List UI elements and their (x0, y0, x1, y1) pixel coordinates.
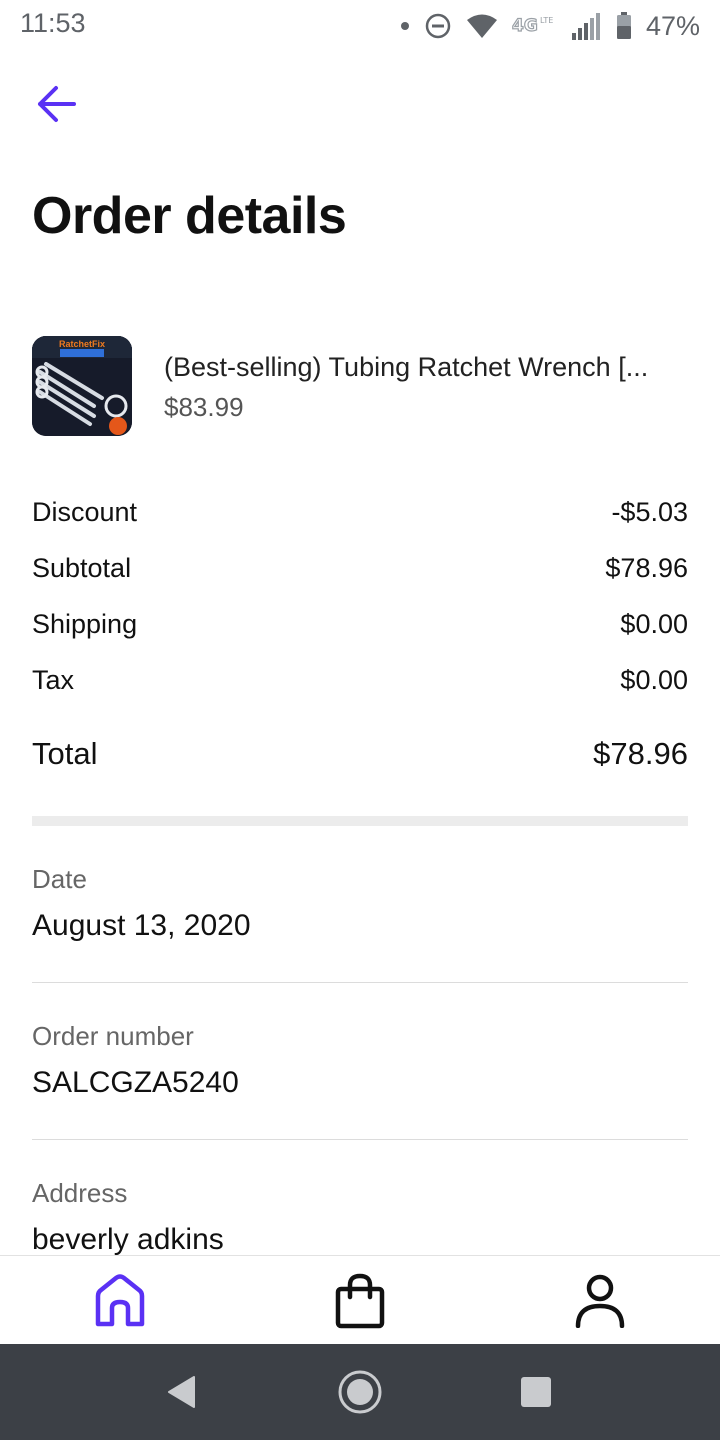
divider (32, 982, 688, 983)
summary-label: Subtotal (32, 552, 132, 583)
home-icon (95, 1273, 145, 1326)
address-value: beverly adkins (32, 1223, 224, 1256)
status-time: 11:53 (20, 8, 86, 38)
summary-value: $0.00 (620, 608, 688, 639)
summary-row-discount: Discount -$5.03 (32, 484, 688, 540)
signal-icon (570, 11, 602, 41)
status-icons: 4G LTE 47% (400, 6, 700, 46)
battery-percent: 47% (645, 10, 700, 41)
recents-square-icon (521, 1377, 551, 1407)
summary-value: $0.00 (620, 664, 688, 695)
wifi-icon (466, 13, 498, 39)
product-item[interactable]: RatchetFix (Best-selling) Tubing Ratchet… (32, 336, 688, 436)
system-back-button[interactable] (158, 1368, 206, 1416)
dot-icon (400, 21, 410, 31)
total-label: Total (32, 736, 98, 771)
section-divider (32, 816, 688, 826)
summary-row-total: Total $78.96 (32, 726, 688, 782)
date-value: August 13, 2020 (32, 909, 251, 942)
system-home-button[interactable] (336, 1368, 384, 1416)
tab-account[interactable] (540, 1256, 660, 1345)
product-image: RatchetFix (32, 336, 132, 436)
summary-label: Discount (32, 496, 138, 527)
product-price: $83.99 (164, 392, 244, 422)
do-not-disturb-icon (424, 12, 452, 40)
summary-row-shipping: Shipping $0.00 (32, 596, 688, 652)
system-navigation-bar (0, 1344, 720, 1440)
tab-home[interactable] (60, 1256, 180, 1345)
system-recents-button[interactable] (512, 1368, 560, 1416)
back-triangle-icon (168, 1376, 195, 1408)
summary-label: Shipping (32, 608, 138, 639)
address-section: Address beverly adkins (32, 1178, 688, 1257)
divider (32, 1139, 688, 1140)
product-image-brand: RatchetFix (59, 339, 105, 349)
total-value: $78.96 (593, 736, 688, 771)
summary-row-tax: Tax $0.00 (32, 652, 688, 708)
date-label: Date (32, 864, 87, 894)
back-arrow-icon (38, 86, 76, 122)
summary-label: Tax (32, 664, 75, 695)
home-circle-icon (338, 1370, 382, 1414)
bottom-tab-bar (0, 1255, 720, 1344)
summary-row-subtotal: Subtotal $78.96 (32, 540, 688, 596)
page-title: Order details (32, 187, 347, 245)
battery-icon (616, 12, 632, 40)
date-section: Date August 13, 2020 (32, 864, 688, 943)
summary-value: -$5.03 (611, 496, 688, 527)
status-bar: 11:53 4G LTE 47% (0, 0, 720, 52)
back-button[interactable] (30, 80, 82, 128)
tab-orders[interactable] (300, 1256, 420, 1345)
order-summary: Discount -$5.03 Subtotal $78.96 Shipping… (32, 484, 688, 782)
summary-value: $78.96 (605, 552, 688, 583)
shopping-bag-icon (335, 1273, 385, 1328)
order-number-section: Order number SALCGZA5240 (32, 1021, 688, 1100)
svg-text:LTE: LTE (540, 16, 553, 25)
profile-icon (575, 1274, 625, 1328)
lte-icon: 4G LTE (512, 13, 556, 39)
order-number-value: SALCGZA5240 (32, 1066, 239, 1099)
product-title: (Best-selling) Tubing Ratchet Wrench [..… (164, 352, 649, 382)
address-label: Address (32, 1178, 128, 1208)
svg-text:4G: 4G (512, 16, 538, 36)
order-number-label: Order number (32, 1021, 194, 1051)
